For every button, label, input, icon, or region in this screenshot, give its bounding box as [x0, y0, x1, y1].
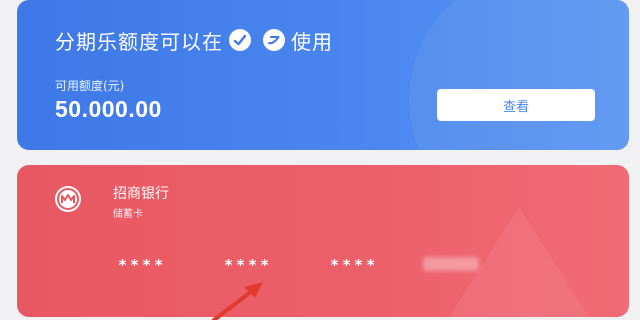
credit-headline: 分期乐额度可以在 使用 — [55, 24, 333, 56]
card-number-last-digits-blurred — [423, 257, 479, 271]
card-number-group: **** — [118, 256, 167, 274]
card-number-group: **** — [330, 256, 379, 274]
available-credit-label: 可用额度(元) — [55, 79, 125, 93]
card-type: 储蓄卡 — [113, 209, 143, 220]
card-watermark — [409, 0, 629, 150]
headline-text-part1: 分期乐额度可以在 — [55, 29, 223, 54]
view-button[interactable]: 查看 — [437, 89, 595, 121]
credit-limit-card: 分期乐额度可以在 使用 可用额度(元) 50.000.00 查看 — [17, 0, 629, 150]
bank-name: 招商银行 — [113, 186, 169, 202]
bank-card[interactable]: 招商银行 储蓄卡 **** **** **** — [17, 165, 629, 317]
cmb-bank-logo-icon — [55, 186, 81, 212]
wechat-pay-icon — [229, 29, 251, 51]
headline-text-part2: 使用 — [291, 29, 333, 54]
alipay-icon — [263, 29, 285, 51]
card-number-group: **** — [224, 256, 273, 274]
available-credit-amount: 50.000.00 — [55, 96, 162, 122]
